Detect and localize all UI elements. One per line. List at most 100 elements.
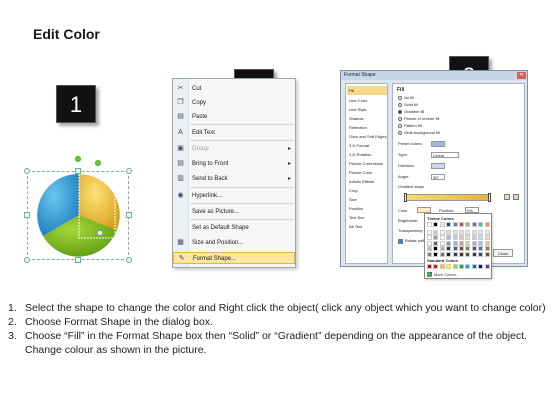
sidebar-item-alt-text[interactable]: Alt Text [347, 222, 387, 231]
theme-color-swatch[interactable] [452, 235, 458, 241]
theme-color-swatch[interactable] [478, 246, 484, 252]
resize-handle-tr[interactable] [126, 168, 132, 174]
theme-color-swatch[interactable] [478, 252, 484, 257]
menu-item-size-position[interactable]: ▦ Size and Position... [173, 237, 295, 249]
standard-color-swatch[interactable] [465, 264, 471, 269]
sidebar-item-line-style[interactable]: Line Style [347, 105, 387, 114]
gradient-stop-handle[interactable] [404, 193, 407, 202]
theme-color-swatch[interactable] [433, 252, 439, 257]
theme-color-swatch[interactable] [478, 235, 484, 241]
theme-color-swatch[interactable] [478, 240, 484, 246]
theme-color-swatch[interactable] [465, 240, 471, 246]
theme-color-swatch[interactable] [427, 246, 432, 252]
theme-color-swatch[interactable] [433, 240, 439, 246]
theme-color-swatch[interactable] [439, 252, 445, 257]
close-icon[interactable]: ✕ [517, 72, 526, 79]
resize-handle-l[interactable] [24, 212, 30, 218]
sidebar-item-3d-rotation[interactable]: 3-D Rotation [347, 150, 387, 159]
theme-color-swatch[interactable] [471, 246, 477, 252]
theme-color-swatch[interactable] [427, 240, 432, 246]
menu-item-send-back[interactable]: ▥ Send to Back ▸ [173, 173, 295, 185]
standard-color-swatch[interactable] [427, 264, 432, 269]
theme-color-swatch[interactable] [459, 246, 464, 252]
standard-color-swatch[interactable] [439, 264, 445, 269]
theme-color-swatch[interactable] [452, 240, 458, 246]
pie-shape[interactable] [35, 172, 123, 258]
standard-color-swatch[interactable] [471, 264, 477, 269]
theme-color-swatch[interactable] [439, 229, 445, 235]
resize-handle-b[interactable] [75, 257, 81, 263]
theme-color-swatch[interactable] [446, 229, 452, 235]
sidebar-item-artistic-effects[interactable]: Artistic Effects [347, 177, 387, 186]
theme-color-swatch[interactable] [478, 229, 484, 235]
remove-stop-icon[interactable] [513, 194, 519, 200]
sidebar-item-glow[interactable]: Glow and Soft Edges [347, 132, 387, 141]
theme-color-swatch[interactable] [471, 240, 477, 246]
theme-color-swatch[interactable] [459, 235, 464, 241]
theme-color-swatch[interactable] [446, 246, 452, 252]
rotation-handle[interactable] [75, 156, 81, 162]
standard-color-swatch[interactable] [433, 264, 439, 269]
theme-color-swatch[interactable] [465, 229, 471, 235]
type-select[interactable]: Linear [431, 152, 459, 158]
theme-color-swatch[interactable] [484, 252, 490, 257]
menu-item-edit-text[interactable]: A Edit Text [173, 127, 295, 139]
resize-handle-t[interactable] [75, 168, 81, 174]
sidebar-item-reflection[interactable]: Reflection [347, 123, 387, 132]
theme-color-swatch[interactable] [471, 222, 477, 227]
sidebar-item-3d-format[interactable]: 3-D Format [347, 141, 387, 150]
theme-color-swatch[interactable] [459, 240, 464, 246]
theme-color-swatch[interactable] [427, 222, 432, 227]
theme-color-swatch[interactable] [433, 235, 439, 241]
theme-color-swatch[interactable] [471, 252, 477, 257]
adjust-handle[interactable] [95, 160, 101, 166]
theme-color-swatch[interactable] [465, 235, 471, 241]
theme-color-swatch[interactable] [433, 246, 439, 252]
menu-item-copy[interactable]: ❐ Copy [173, 97, 295, 109]
add-stop-icon[interactable] [504, 194, 510, 200]
radio-pattern-fill[interactable] [398, 124, 402, 128]
resize-handle-tl[interactable] [24, 168, 30, 174]
theme-color-swatch[interactable] [427, 252, 432, 257]
angle-field[interactable]: 90° [431, 174, 445, 180]
sidebar-item-text-box[interactable]: Text Box [347, 213, 387, 222]
sidebar-item-position[interactable]: Position [347, 204, 387, 213]
theme-color-swatch[interactable] [465, 252, 471, 257]
sidebar-item-crop[interactable]: Crop [347, 186, 387, 195]
theme-color-swatch[interactable] [459, 222, 464, 227]
resize-handle-bl[interactable] [24, 257, 30, 263]
direction-dropdown[interactable] [431, 163, 445, 169]
menu-item-format-shape[interactable]: ✎ Format Shape... [173, 252, 295, 264]
more-colors-link[interactable]: More Colors... [434, 272, 459, 277]
standard-color-swatch[interactable] [459, 264, 464, 269]
radio-picture-fill[interactable] [398, 117, 402, 121]
theme-color-swatch[interactable] [484, 229, 490, 235]
theme-color-swatch[interactable] [427, 229, 432, 235]
standard-color-swatch[interactable] [452, 264, 458, 269]
theme-color-swatch[interactable] [478, 222, 484, 227]
resize-handle-r[interactable] [126, 212, 132, 218]
theme-color-swatch[interactable] [452, 252, 458, 257]
theme-color-swatch[interactable] [446, 252, 452, 257]
radio-background-fill[interactable] [398, 131, 402, 135]
theme-color-swatch[interactable] [446, 222, 452, 227]
theme-color-swatch[interactable] [459, 252, 464, 257]
gradient-stop-handle-end[interactable] [488, 193, 491, 202]
theme-color-swatch[interactable] [459, 229, 464, 235]
theme-color-swatch[interactable] [446, 235, 452, 241]
theme-color-swatch[interactable] [484, 235, 490, 241]
sidebar-item-shadow[interactable]: Shadow [347, 114, 387, 123]
rotate-checkbox[interactable] [398, 239, 403, 244]
standard-color-swatch[interactable] [484, 264, 490, 269]
theme-color-swatch[interactable] [439, 222, 445, 227]
theme-color-swatch[interactable] [446, 240, 452, 246]
theme-color-swatch[interactable] [471, 235, 477, 241]
theme-color-swatch[interactable] [439, 246, 445, 252]
theme-color-swatch[interactable] [439, 240, 445, 246]
theme-color-swatch[interactable] [452, 222, 458, 227]
sidebar-item-picture-corrections[interactable]: Picture Corrections [347, 159, 387, 168]
sidebar-item-line-color[interactable]: Line Color [347, 96, 387, 105]
close-button[interactable]: Close [493, 249, 513, 257]
theme-color-swatch[interactable] [484, 240, 490, 246]
menu-item-save-picture[interactable]: Save as Picture... [173, 206, 295, 218]
